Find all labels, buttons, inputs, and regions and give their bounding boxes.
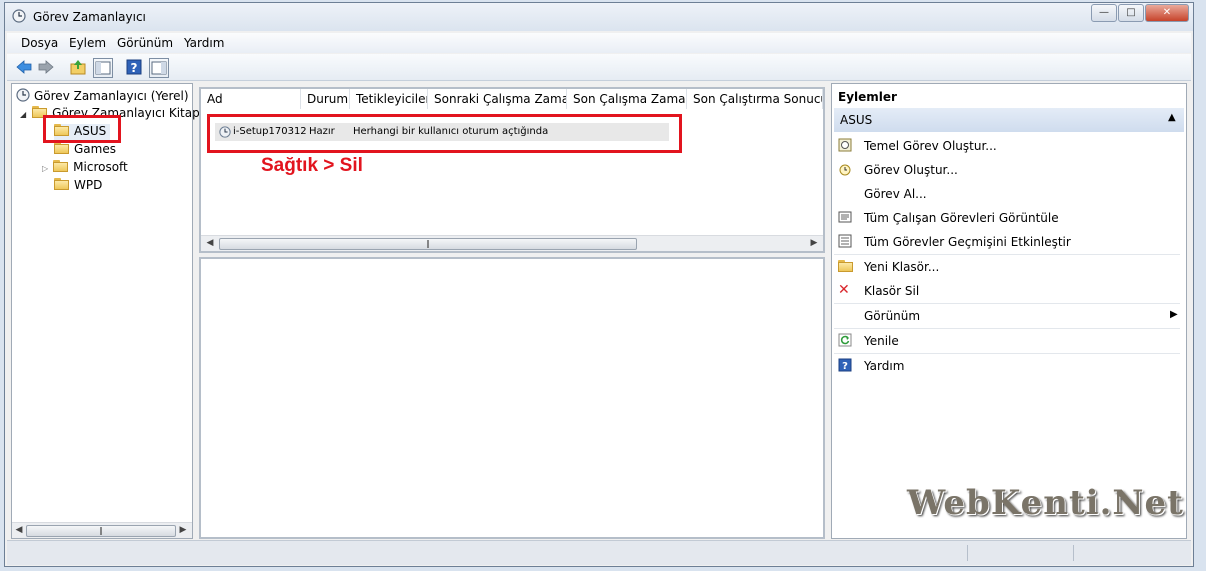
- tree-folder-games[interactable]: Games: [54, 142, 116, 158]
- scroll-left-icon[interactable]: ◀: [203, 236, 217, 251]
- separator: [834, 254, 1180, 255]
- tree-root[interactable]: Görev Zamanlayıcı (Yerel): [16, 88, 189, 104]
- action-view-running[interactable]: Tüm Çalışan Görevleri Görüntüle: [832, 207, 1182, 229]
- tree-folder-microsoft[interactable]: ▷ Microsoft: [42, 160, 128, 176]
- window-title: Görev Zamanlayıcı: [33, 10, 146, 24]
- column-status[interactable]: Durum: [301, 89, 350, 109]
- column-name[interactable]: Ad: [201, 89, 301, 109]
- action-label: Tüm Çalışan Görevleri Görüntüle: [864, 211, 1059, 225]
- action-label: Yenile: [864, 334, 899, 348]
- close-button[interactable]: ✕: [1145, 4, 1189, 22]
- actions-pane: Eylemler ASUS ▲ Temel Görev Oluştur... G…: [831, 83, 1187, 539]
- title-bar: Görev Zamanlayıcı — □ ✕: [5, 3, 1193, 31]
- task-list-horizontal-scrollbar[interactable]: ◀ ‖ ▶: [201, 235, 823, 251]
- toolbar: ?: [7, 54, 1191, 81]
- tree-folder-microsoft-label: Microsoft: [73, 160, 128, 174]
- history-icon: [838, 234, 852, 248]
- menu-action[interactable]: Eylem: [69, 36, 106, 50]
- actions-section-title: ASUS: [840, 113, 873, 127]
- column-triggers[interactable]: Tetikleyiciler: [350, 89, 428, 109]
- navigation-tree-pane: Görev Zamanlayıcı (Yerel) ◢ Görev Zamanla…: [11, 83, 206, 539]
- help-icon[interactable]: ?: [125, 58, 143, 76]
- tree-horizontal-scrollbar[interactable]: ◀ ‖ ▶: [12, 522, 192, 538]
- up-folder-icon[interactable]: [69, 58, 87, 76]
- folder-icon: [53, 160, 69, 172]
- separator: [834, 328, 1180, 329]
- menu-view[interactable]: Görünüm: [117, 36, 173, 50]
- collapse-triangle-icon[interactable]: ▲: [1168, 112, 1176, 123]
- action-label: Görev Oluştur...: [864, 163, 958, 177]
- status-bar: [7, 540, 1191, 565]
- svg-text:?: ?: [842, 361, 848, 372]
- annotation-text: Sağtık > Sil: [261, 155, 363, 176]
- action-basic-task[interactable]: Temel Görev Oluştur...: [832, 135, 1182, 157]
- action-label: Görünüm: [864, 309, 921, 323]
- show-hide-tree-icon[interactable]: [93, 58, 113, 78]
- svg-text:?: ?: [131, 61, 138, 75]
- action-enable-history[interactable]: Tüm Görevler Geçmişini Etkinleştir: [832, 231, 1182, 253]
- action-label: Görev Al...: [864, 187, 927, 201]
- minimize-button[interactable]: —: [1091, 4, 1117, 22]
- column-last-run[interactable]: Son Çalışma Zamanı: [567, 89, 687, 109]
- column-next-run[interactable]: Sonraki Çalışma Zamanı: [428, 89, 567, 109]
- action-new-folder[interactable]: Yeni Klasör...: [832, 256, 1182, 278]
- status-divider: [967, 545, 968, 561]
- separator: [834, 303, 1180, 304]
- action-delete-folder[interactable]: ✕ Klasör Sil: [832, 280, 1182, 302]
- menu-help[interactable]: Yardım: [184, 36, 224, 50]
- clock-icon: [16, 88, 30, 102]
- action-label: Klasör Sil: [864, 284, 920, 298]
- maximize-button[interactable]: □: [1118, 4, 1144, 22]
- collapsed-triangle-icon[interactable]: ▷: [42, 164, 48, 173]
- refresh-icon: [838, 333, 852, 347]
- back-arrow-icon[interactable]: [15, 58, 33, 76]
- scroll-thumb[interactable]: ‖: [26, 525, 176, 537]
- scroll-left-icon[interactable]: ◀: [12, 523, 26, 538]
- actions-header: Eylemler: [838, 90, 897, 104]
- create-task-icon: [839, 164, 851, 176]
- menu-file[interactable]: Dosya: [21, 36, 58, 50]
- running-tasks-icon: [838, 211, 852, 223]
- show-hide-action-pane-icon[interactable]: [149, 58, 169, 78]
- scroll-thumb[interactable]: ‖: [219, 238, 637, 250]
- tree-folder-wpd-label: WPD: [74, 178, 103, 192]
- expanded-triangle-icon[interactable]: ◢: [20, 110, 26, 119]
- forward-arrow-icon[interactable]: [37, 58, 55, 76]
- task-scheduler-window: Görev Zamanlayıcı — □ ✕ Dosya Eylem Görü…: [4, 2, 1194, 567]
- delete-icon: ✕: [838, 282, 850, 298]
- action-label: Tüm Görevler Geçmişini Etkinleştir: [864, 235, 1071, 249]
- action-refresh[interactable]: Yenile: [832, 330, 1182, 352]
- submenu-arrow-icon: ▶: [1170, 309, 1178, 320]
- tree-folder-wpd[interactable]: WPD: [54, 178, 102, 194]
- action-import-task[interactable]: Görev Al...: [832, 183, 1182, 205]
- scroll-right-icon[interactable]: ▶: [176, 523, 190, 538]
- scroll-right-icon[interactable]: ▶: [807, 236, 821, 251]
- watermark-logo: WebKenti.Net: [907, 483, 1184, 523]
- action-create-task[interactable]: Görev Oluştur...: [832, 159, 1182, 181]
- action-help[interactable]: ? Yardım: [832, 355, 1182, 377]
- new-folder-icon: [838, 260, 853, 274]
- column-last-result[interactable]: Son Çalıştırma Sonucu: [687, 89, 823, 109]
- separator: [834, 353, 1180, 354]
- action-label: Temel Görev Oluştur...: [864, 139, 997, 153]
- help-icon: ?: [838, 358, 852, 372]
- asus-highlight-box: [43, 115, 121, 143]
- folder-icon: [54, 142, 70, 154]
- action-label: Yardım: [864, 359, 905, 373]
- actions-section-header[interactable]: ASUS ▲: [834, 108, 1184, 132]
- task-details-pane: [199, 257, 825, 539]
- folder-icon: [54, 178, 70, 190]
- action-view[interactable]: Görünüm ▶: [832, 305, 1182, 327]
- status-divider: [1073, 545, 1074, 561]
- clock-app-icon: [12, 9, 26, 23]
- tree-folder-games-label: Games: [74, 142, 116, 156]
- task-highlight-box: [207, 114, 682, 153]
- basic-task-icon: [838, 138, 852, 152]
- action-label: Yeni Klasör...: [864, 260, 940, 274]
- tree-root-label: Görev Zamanlayıcı (Yerel): [34, 89, 189, 103]
- menu-bar: Dosya Eylem Görünüm Yardım: [7, 33, 1191, 53]
